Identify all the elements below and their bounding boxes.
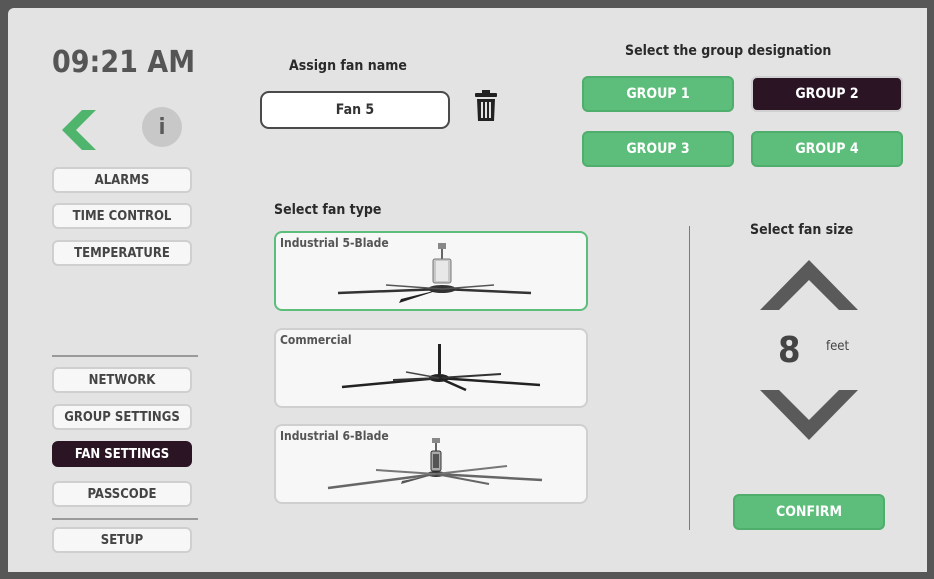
nav-time-control-button[interactable]: TIME CONTROL — [52, 203, 192, 229]
confirm-button[interactable]: CONFIRM — [733, 494, 885, 530]
nav-alarms-label: ALARMS — [94, 172, 150, 188]
nav-temperature-button[interactable]: TEMPERATURE — [52, 240, 192, 266]
group-4-label: GROUP 4 — [795, 141, 859, 157]
nav-setup-button[interactable]: SETUP — [52, 527, 192, 553]
nav-passcode-label: PASSCODE — [87, 486, 157, 502]
fan-name-value: Fan 5 — [335, 102, 375, 118]
group-2-label: GROUP 2 — [795, 86, 859, 102]
info-icon: i — [158, 114, 166, 140]
group-1-label: GROUP 1 — [626, 86, 690, 102]
fan-type-industrial-6-blade[interactable]: Industrial 6-Blade — [274, 424, 588, 504]
section-divider — [689, 226, 690, 530]
group-1-button[interactable]: GROUP 1 — [582, 76, 734, 112]
industrial-6-blade-fan-icon — [327, 438, 543, 490]
fan-size-unit: feet — [826, 339, 850, 354]
nav-time-control-label: TIME CONTROL — [72, 208, 172, 224]
group-3-label: GROUP 3 — [626, 141, 690, 157]
commercial-fan-icon — [341, 344, 541, 392]
confirm-label: CONFIRM — [775, 504, 842, 520]
group-4-button[interactable]: GROUP 4 — [751, 131, 903, 167]
fan-name-input[interactable]: Fan 5 — [260, 91, 450, 129]
industrial-5-blade-fan-icon — [337, 243, 532, 303]
nav-divider-bottom — [52, 518, 198, 520]
nav-divider-top — [52, 355, 198, 357]
back-arrow-icon[interactable] — [56, 108, 100, 152]
group-2-button[interactable]: GROUP 2 — [751, 76, 903, 112]
info-button[interactable]: i — [142, 107, 182, 147]
nav-group-settings-label: GROUP SETTINGS — [64, 409, 180, 425]
fan-size-value: 8 — [778, 330, 801, 371]
fan-type-commercial[interactable]: Commercial — [274, 328, 588, 408]
fan-type-heading: Select fan type — [274, 202, 382, 218]
nav-fan-settings-button[interactable]: FAN SETTINGS — [52, 441, 192, 467]
clock-display: 09:21 AM — [52, 45, 196, 80]
trash-icon[interactable] — [474, 90, 498, 122]
group-heading: Select the group designation — [625, 43, 832, 59]
nav-network-label: NETWORK — [88, 372, 156, 388]
nav-group-settings-button[interactable]: GROUP SETTINGS — [52, 404, 192, 430]
group-3-button[interactable]: GROUP 3 — [582, 131, 734, 167]
chevron-down-icon[interactable] — [760, 390, 858, 440]
fan-size-heading: Select fan size — [750, 222, 854, 238]
fan-type-industrial-5-blade[interactable]: Industrial 5-Blade — [274, 231, 588, 311]
nav-alarms-button[interactable]: ALARMS — [52, 167, 192, 193]
nav-fan-settings-label: FAN SETTINGS — [74, 446, 170, 462]
nav-temperature-label: TEMPERATURE — [74, 245, 170, 261]
nav-passcode-button[interactable]: PASSCODE — [52, 481, 192, 507]
fan-name-heading: Assign fan name — [289, 58, 407, 74]
nav-setup-label: SETUP — [100, 532, 144, 548]
nav-network-button[interactable]: NETWORK — [52, 367, 192, 393]
chevron-up-icon[interactable] — [760, 260, 858, 310]
device-frame: 09:21 AM i ALARMS TIME CONTROL TEMPERATU… — [0, 0, 934, 579]
